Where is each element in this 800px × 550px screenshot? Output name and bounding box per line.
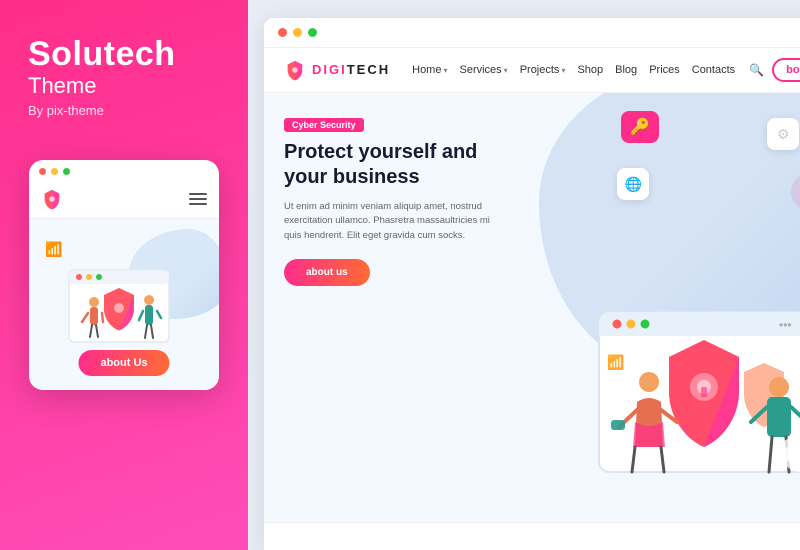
- svg-text:•••: •••: [779, 318, 792, 332]
- mobile-body: 📶: [29, 219, 219, 390]
- brand-title: Solutech: [28, 36, 176, 73]
- hero-text-block: Cyber Security Protect yourself and your…: [264, 93, 524, 522]
- nav-link-contacts[interactable]: Contacts: [692, 64, 735, 76]
- float-gear-icon: ⚙: [767, 118, 799, 150]
- mobile-logo-shield-icon: [41, 188, 63, 210]
- browser-content: DIGITECH Home ▾ Services ▾ Projects ▾ Sh…: [264, 48, 800, 522]
- mobile-mockup: 📶: [29, 160, 219, 390]
- nav-link-prices[interactable]: Prices: [649, 64, 680, 76]
- key-icon-box: 🔑: [621, 111, 659, 143]
- mobile-wifi-icon: 📶: [45, 241, 62, 258]
- svg-text:📶: 📶: [607, 354, 624, 371]
- nav-logo-shield-icon: [284, 59, 306, 81]
- hero-about-us-button[interactable]: about us: [284, 259, 370, 286]
- nav-link-services[interactable]: Services ▾: [459, 64, 507, 76]
- browser-window: DIGITECH Home ▾ Services ▾ Projects ▾ Sh…: [264, 18, 800, 550]
- site-navbar: DIGITECH Home ▾ Services ▾ Projects ▾ Sh…: [264, 48, 800, 93]
- browser-bar: [264, 18, 800, 48]
- float-key-icon: 🔑: [621, 111, 659, 143]
- browser-dot-red: [278, 28, 287, 37]
- nav-logo-text: TECH: [347, 62, 390, 77]
- browser-dot-yellow: [293, 28, 302, 37]
- dot-yellow: [51, 168, 58, 175]
- nav-link-projects[interactable]: Projects ▾: [520, 64, 566, 76]
- gear-icon-box: ⚙: [767, 118, 799, 150]
- dot-green: [63, 168, 70, 175]
- nav-logo: DIGITECH: [284, 59, 390, 81]
- float-globe-icon: 🌐: [617, 168, 649, 200]
- hero-description: Ut enim ad minim veniam aliquip amet, no…: [284, 200, 504, 243]
- eye-icon-circle: 👁: [791, 173, 800, 211]
- right-panel: DIGITECH Home ▾ Services ▾ Projects ▾ Sh…: [248, 0, 800, 550]
- booked-button[interactable]: booked: [772, 58, 800, 82]
- mobile-illustration: [39, 250, 199, 360]
- browser-dot-green: [308, 28, 317, 37]
- mobile-nav-bar: [29, 183, 219, 219]
- hero-tag: Cyber Security: [284, 118, 364, 132]
- float-eye-icon: 👁: [791, 173, 800, 211]
- nav-links: Home ▾ Services ▾ Projects ▾ Shop Blog P…: [412, 63, 764, 77]
- search-icon[interactable]: 🔍: [749, 63, 764, 77]
- nav-link-home[interactable]: Home ▾: [412, 64, 447, 76]
- hero-title: Protect yourself and your business: [284, 140, 504, 190]
- nav-logo-prefix: DIGI: [312, 62, 347, 77]
- hamburger-icon[interactable]: [189, 193, 207, 205]
- left-panel: Solutech Theme By pix-theme 📶: [0, 0, 248, 550]
- mobile-about-us-button[interactable]: about Us: [78, 350, 169, 376]
- nav-link-blog[interactable]: Blog: [615, 64, 637, 76]
- browser-bottom-bar: [264, 522, 800, 550]
- brand-by: By pix-theme: [28, 103, 104, 118]
- globe-icon-box: 🌐: [617, 168, 649, 200]
- brand-subtitle: Theme: [28, 73, 96, 99]
- dot-red: [39, 168, 46, 175]
- hero-illustration: •••: [539, 282, 800, 522]
- nav-link-shop[interactable]: Shop: [577, 64, 603, 76]
- hero-area: 🔑 👁 🌐 ⚙ Cyber Security Protect yourself …: [264, 93, 800, 522]
- mobile-top-bar: [29, 160, 219, 183]
